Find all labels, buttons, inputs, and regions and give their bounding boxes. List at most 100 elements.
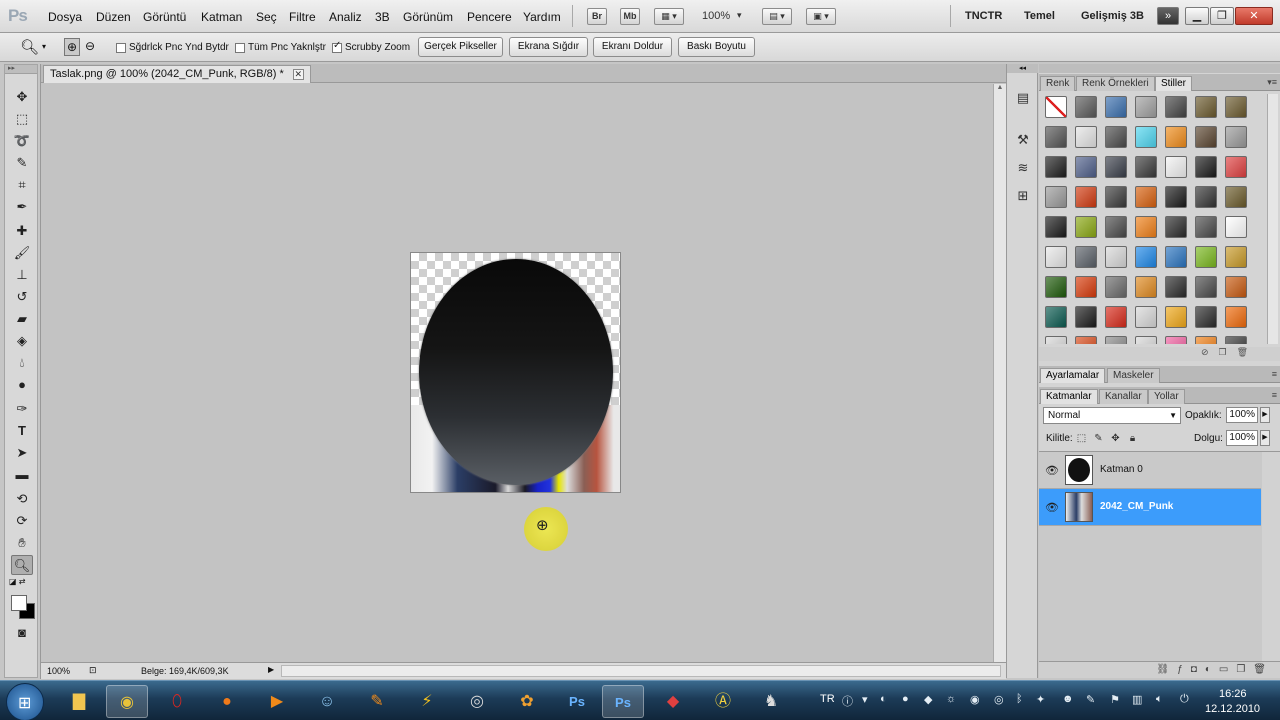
chevron-down-icon[interactable]: ▾ (737, 10, 742, 21)
eraser-tool-icon[interactable]: ▰ (11, 309, 33, 329)
style-swatch[interactable] (1105, 186, 1127, 208)
tab-layers[interactable]: Katmanlar (1040, 389, 1098, 404)
layers-scrollbar[interactable] (1262, 452, 1280, 662)
style-swatch[interactable] (1225, 216, 1247, 238)
style-swatch[interactable] (1225, 156, 1247, 178)
menu-layer[interactable]: Katman (201, 10, 242, 24)
print-size-button[interactable]: Baskı Boyutu (678, 37, 755, 57)
app-icon[interactable]: ✎ (356, 685, 398, 718)
style-swatch[interactable] (1165, 96, 1187, 118)
tray-icon[interactable]: ☻ (1062, 693, 1074, 705)
actual-pixels-button[interactable]: Gerçek Pikseller (418, 37, 503, 57)
fit-screen-button[interactable]: Ekrana Sığdır (509, 37, 588, 57)
start-button[interactable]: ⊞ (6, 683, 44, 720)
brush-panel-icon[interactable]: ≋ (1013, 158, 1033, 178)
menu-image[interactable]: Görüntü (143, 10, 186, 24)
style-swatch[interactable] (1135, 126, 1157, 148)
style-swatch[interactable] (1075, 126, 1097, 148)
style-swatch[interactable] (1105, 336, 1127, 344)
foreground-color-swatch[interactable] (11, 595, 27, 611)
style-swatch[interactable] (1045, 96, 1067, 118)
zoom-all-windows-checkbox[interactable]: Tüm Pnc Yaknlştr (235, 42, 326, 53)
media-player-icon[interactable]: ▶ (256, 685, 298, 718)
style-swatch[interactable] (1225, 276, 1247, 298)
style-swatch[interactable] (1075, 216, 1097, 238)
style-swatch[interactable] (1075, 96, 1097, 118)
marquee-tool-icon[interactable]: ⬚ (11, 109, 33, 129)
hand-tool-icon[interactable]: ✋︎ (11, 533, 33, 553)
path-selection-tool-icon[interactable]: ➤ (11, 443, 33, 463)
bridge-button[interactable]: Br (587, 8, 607, 25)
view-extras-button[interactable]: ▦ ▾ (654, 8, 684, 25)
flag-icon[interactable]: ⚑ (1110, 693, 1120, 706)
history-brush-tool-icon[interactable]: ↺ (11, 287, 33, 307)
opera-icon[interactable]: ⬯ (156, 685, 198, 718)
tab-paths[interactable]: Yollar (1148, 389, 1185, 404)
explorer-icon[interactable]: ▇ (58, 685, 100, 718)
workspace-essentials[interactable]: Temel (1024, 10, 1055, 22)
status-info-icon[interactable]: ⊡ (89, 665, 97, 676)
counter-strike-icon[interactable]: ♞ (750, 685, 792, 718)
layer-row[interactable]: 👁︎ Katman 0 (1039, 452, 1261, 489)
tab-masks[interactable]: Maskeler (1107, 368, 1160, 383)
style-swatch[interactable] (1075, 246, 1097, 268)
style-swatch[interactable] (1195, 126, 1217, 148)
panel-grip[interactable]: ▸▸ (5, 65, 37, 74)
fill-screen-button[interactable]: Ekranı Doldur (593, 37, 672, 57)
tray-icon[interactable]: ◆ (924, 693, 932, 706)
menu-help[interactable]: Yardım (523, 10, 561, 24)
style-swatch[interactable] (1075, 276, 1097, 298)
style-swatch[interactable] (1165, 276, 1187, 298)
style-swatch[interactable] (1045, 126, 1067, 148)
clock-time[interactable]: 16:26 (1219, 688, 1247, 700)
eye-icon[interactable]: 👁︎ (1045, 501, 1059, 514)
panel-menu-icon[interactable]: ▾≡ (1267, 77, 1277, 88)
input-language[interactable]: TR (820, 693, 835, 705)
menu-3d[interactable]: 3B (375, 10, 390, 24)
menu-window[interactable]: Pencere (467, 10, 512, 24)
style-swatch[interactable] (1045, 306, 1067, 328)
arrange-documents-button[interactable]: ▤ ▾ (762, 8, 792, 25)
style-swatch[interactable] (1135, 306, 1157, 328)
zoom-tool-icon[interactable]: 🔍︎ (11, 555, 33, 575)
resize-windows-checkbox[interactable]: Sğdrlck Pnc Ynd Bytdr (116, 42, 229, 53)
blend-mode-select[interactable]: Normal ▼ (1043, 407, 1181, 424)
scroll-up-icon[interactable]: ▲ (994, 84, 1006, 91)
menu-file[interactable]: Dosya (48, 10, 82, 24)
scrubby-zoom-checkbox[interactable]: Scrubby Zoom (332, 40, 410, 53)
workspace-advanced-3d[interactable]: Gelişmiş 3B (1081, 10, 1144, 22)
style-swatch[interactable] (1195, 246, 1217, 268)
network-icon[interactable]: ▥ (1132, 693, 1142, 706)
close-icon[interactable]: ✕ (292, 68, 304, 80)
zoom-level-field[interactable]: 100% (47, 666, 70, 676)
style-swatch[interactable] (1165, 156, 1187, 178)
workspace-tnctr[interactable]: TNCTR (965, 10, 1002, 22)
tray-icon[interactable]: ◉ (970, 693, 980, 706)
vertical-scrollbar[interactable]: ▲ (993, 84, 1006, 662)
style-swatch[interactable] (1105, 306, 1127, 328)
zoom-tool-icon[interactable]: 🔍︎ (20, 38, 39, 56)
style-swatch[interactable] (1195, 216, 1217, 238)
style-swatch[interactable] (1045, 216, 1067, 238)
menu-view[interactable]: Görünüm (403, 10, 453, 24)
layer-row[interactable]: 👁︎ 2042_CM_Punk (1039, 489, 1261, 526)
menu-filter[interactable]: Filtre (289, 10, 316, 24)
3d-orbit-tool-icon[interactable]: ⟳ (11, 511, 33, 531)
style-swatch[interactable] (1165, 246, 1187, 268)
style-swatch[interactable] (1165, 216, 1187, 238)
lock-all-icon[interactable]: 🔒︎ (1126, 432, 1139, 445)
style-swatch[interactable] (1195, 96, 1217, 118)
style-swatch[interactable] (1135, 276, 1157, 298)
style-swatch[interactable] (1165, 336, 1187, 344)
tray-icon[interactable]: ☼ (946, 693, 956, 705)
style-swatch[interactable] (1165, 186, 1187, 208)
mini-bridge-button[interactable]: Mb (620, 8, 640, 25)
style-swatch[interactable] (1135, 186, 1157, 208)
paint-icon[interactable]: ✿ (506, 685, 548, 718)
style-swatch[interactable] (1135, 156, 1157, 178)
panel-menu-icon[interactable]: ≡ (1272, 390, 1277, 400)
messenger-icon[interactable]: ☺ (306, 685, 348, 718)
close-button[interactable]: ✕ (1235, 7, 1273, 25)
style-swatch[interactable] (1225, 96, 1247, 118)
style-swatch[interactable] (1195, 336, 1217, 344)
